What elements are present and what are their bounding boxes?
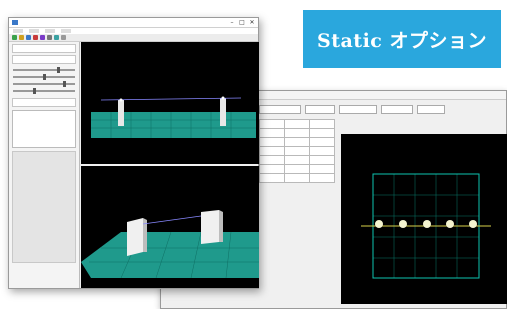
slider[interactable] bbox=[13, 81, 75, 87]
ribbon-field[interactable] bbox=[417, 105, 445, 114]
table-row bbox=[259, 128, 335, 138]
block-left[interactable] bbox=[127, 218, 143, 256]
slider[interactable] bbox=[13, 67, 75, 73]
ground-plane bbox=[81, 232, 259, 278]
slider-knob[interactable] bbox=[33, 88, 36, 94]
toolbar-button[interactable] bbox=[12, 35, 17, 40]
menu-item[interactable] bbox=[61, 29, 71, 33]
elevation-viewport[interactable] bbox=[81, 42, 259, 164]
property-panel bbox=[9, 42, 80, 288]
slider-knob[interactable] bbox=[63, 81, 66, 87]
3d-view-window: – □ ✕ bbox=[8, 17, 259, 289]
member-list[interactable] bbox=[12, 110, 76, 148]
ribbon-field[interactable] bbox=[259, 105, 301, 114]
property-field[interactable] bbox=[12, 44, 76, 53]
block-left-side bbox=[143, 218, 147, 252]
table-row bbox=[259, 173, 335, 183]
node[interactable] bbox=[375, 220, 383, 228]
node[interactable] bbox=[469, 220, 477, 228]
title-bar: – □ ✕ bbox=[9, 18, 258, 28]
perspective-scene bbox=[81, 210, 259, 279]
plan-view-viewport[interactable] bbox=[341, 134, 507, 304]
slider-knob[interactable] bbox=[43, 74, 46, 80]
block-right-side bbox=[219, 210, 223, 242]
maximize-button[interactable]: □ bbox=[237, 18, 247, 27]
toolbar-button[interactable] bbox=[33, 35, 38, 40]
plan-view-ribbon bbox=[259, 105, 499, 114]
elevation-scene bbox=[91, 96, 256, 138]
member-table bbox=[259, 119, 335, 183]
output-area bbox=[12, 151, 76, 263]
pillar-left[interactable] bbox=[118, 100, 124, 126]
table-row bbox=[259, 137, 335, 147]
toolbar-button[interactable] bbox=[40, 35, 45, 40]
node[interactable] bbox=[423, 220, 431, 228]
minimize-button[interactable]: – bbox=[227, 18, 237, 27]
table-row bbox=[259, 119, 335, 129]
app-icon bbox=[12, 20, 18, 25]
close-button[interactable]: ✕ bbox=[247, 18, 257, 27]
toolbar-button[interactable] bbox=[54, 35, 59, 40]
menu-item[interactable] bbox=[29, 29, 39, 33]
slider[interactable] bbox=[13, 88, 75, 94]
node bbox=[119, 98, 123, 102]
ribbon-field[interactable] bbox=[381, 105, 413, 114]
slider-knob[interactable] bbox=[57, 67, 60, 73]
block-right[interactable] bbox=[201, 210, 219, 244]
toolbar-button[interactable] bbox=[47, 35, 52, 40]
menu-item[interactable] bbox=[13, 29, 23, 33]
menu-item[interactable] bbox=[45, 29, 55, 33]
pillar-right[interactable] bbox=[220, 98, 226, 126]
ribbon-field[interactable] bbox=[339, 105, 377, 114]
slider[interactable] bbox=[13, 74, 75, 80]
table-row bbox=[259, 164, 335, 174]
toolbar-button[interactable] bbox=[26, 35, 31, 40]
perspective-viewport[interactable] bbox=[81, 166, 259, 288]
toolbar-button[interactable] bbox=[19, 35, 24, 40]
node bbox=[221, 96, 225, 100]
ribbon-field[interactable] bbox=[305, 105, 335, 114]
static-option-badge: Static オプション bbox=[303, 10, 501, 68]
plan-grid bbox=[361, 173, 491, 279]
toolbar-button[interactable] bbox=[61, 35, 66, 40]
property-field[interactable] bbox=[12, 98, 76, 107]
node[interactable] bbox=[399, 220, 407, 228]
support-nodes bbox=[375, 220, 477, 228]
cable-line bbox=[142, 215, 202, 225]
property-field[interactable] bbox=[12, 55, 76, 64]
node[interactable] bbox=[446, 220, 454, 228]
main-toolbar bbox=[9, 34, 258, 42]
table-row bbox=[259, 146, 335, 156]
table-row bbox=[259, 155, 335, 165]
